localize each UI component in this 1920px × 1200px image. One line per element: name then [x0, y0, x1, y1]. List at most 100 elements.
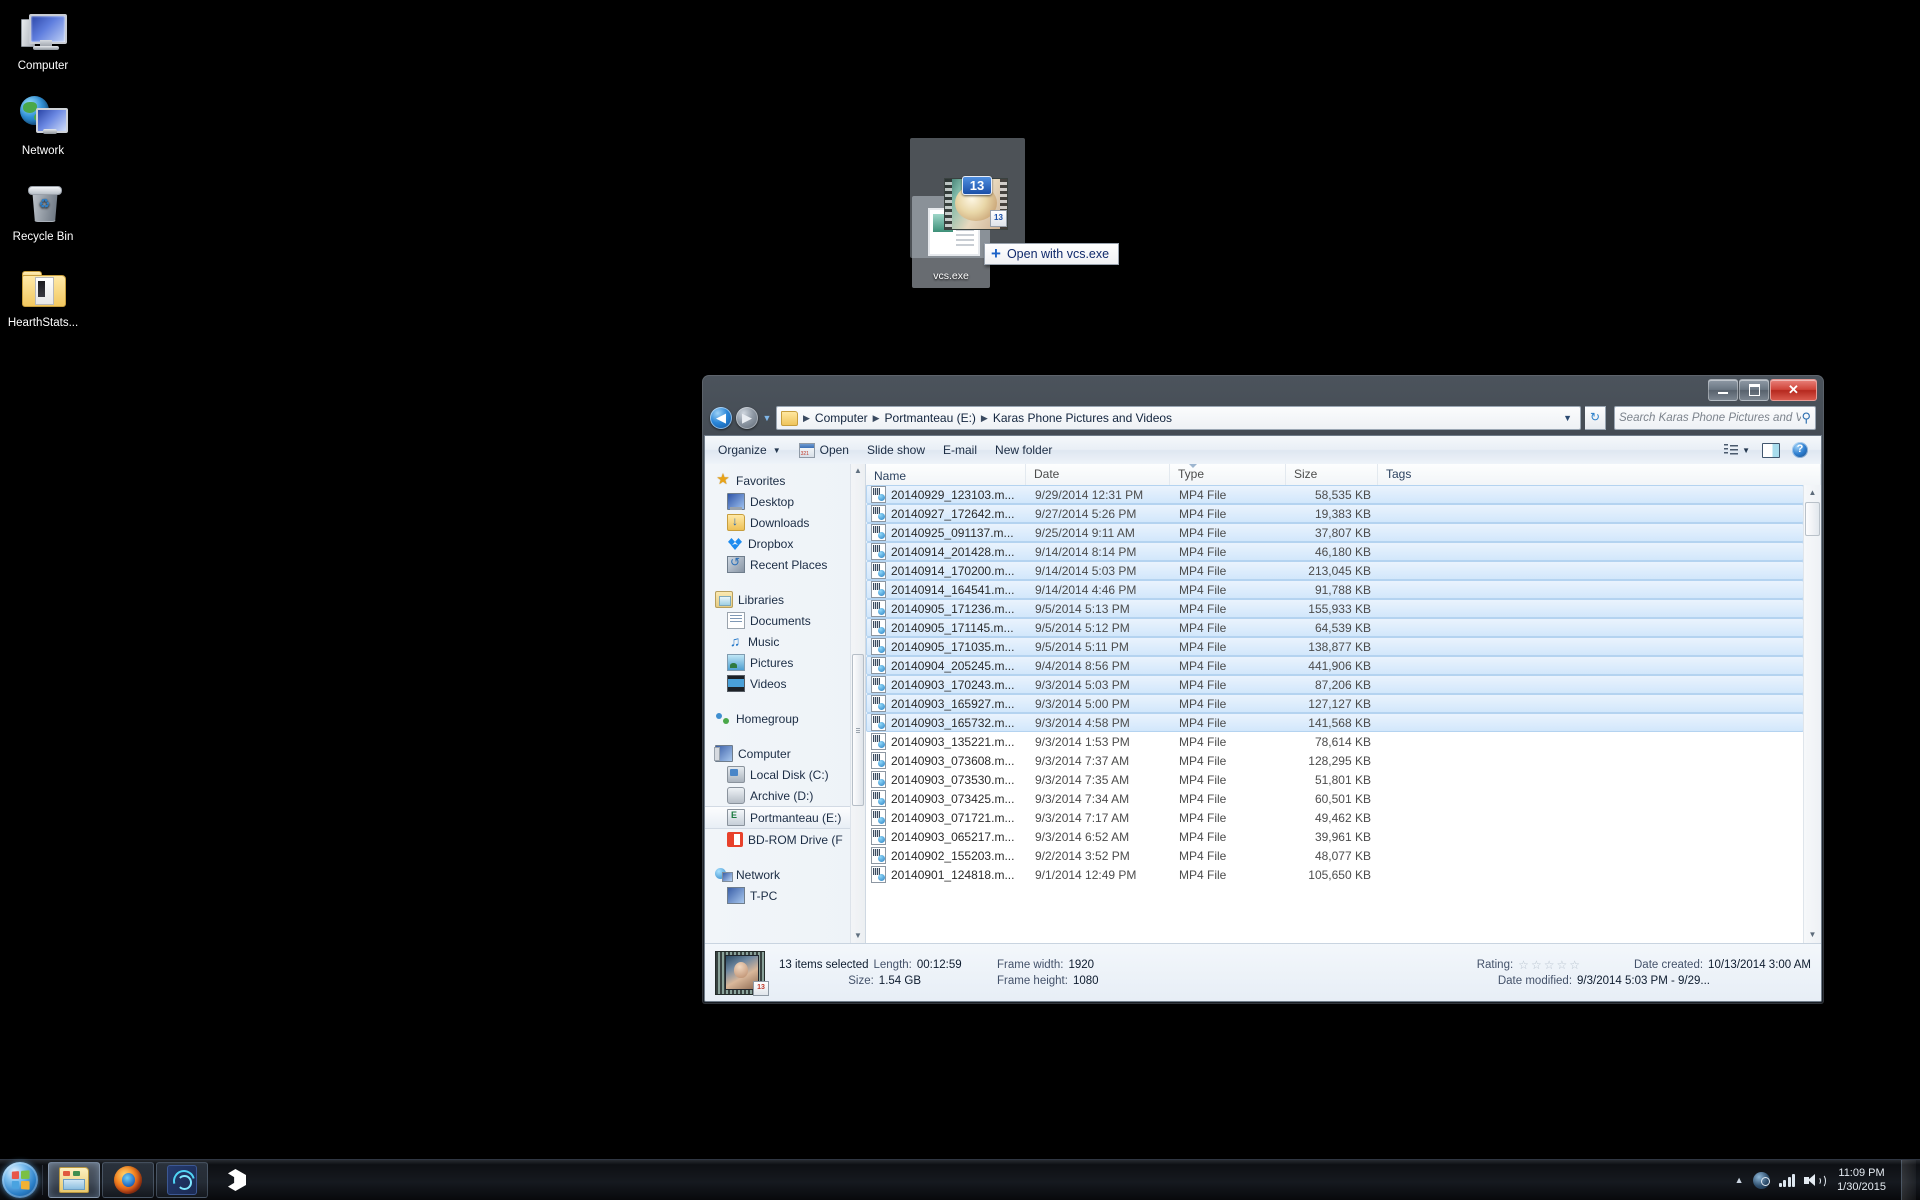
- sidebar-item-dropbox[interactable]: Dropbox: [705, 533, 865, 554]
- file-list-pane[interactable]: Name Date Type Size Tags 20140929_123103…: [866, 464, 1821, 943]
- preview-pane-button[interactable]: [1757, 440, 1785, 461]
- breadcrumb-computer[interactable]: Computer: [812, 411, 871, 425]
- table-row[interactable]: 20140903_135221.m... 9/3/2014 1:53 PM MP4 …: [866, 732, 1804, 751]
- sidebar-item-computer[interactable]: Computer: [705, 743, 865, 764]
- column-header-name[interactable]: Name: [866, 464, 1026, 485]
- sidebar-item-documents[interactable]: Documents: [705, 610, 865, 631]
- sidebar-item-local-disk-c[interactable]: Local Disk (C:): [705, 764, 865, 785]
- sidebar-item-recent-places[interactable]: Recent Places: [705, 554, 865, 575]
- desktop-icon-hearthstats[interactable]: HearthStats...: [0, 265, 86, 330]
- sidebar-item-portmanteau-e[interactable]: Portmanteau (E:): [705, 806, 865, 829]
- signal-icon[interactable]: [1778, 1173, 1796, 1187]
- table-row[interactable]: 20140927_172642.m... 9/27/2014 5:26 PM MP4…: [866, 504, 1804, 523]
- star-icon[interactable]: ☆: [1531, 959, 1542, 971]
- breadcrumb-current-folder[interactable]: Karas Phone Pictures and Videos: [990, 411, 1175, 425]
- table-row[interactable]: 20140905_171236.m... 9/5/2014 5:13 PM MP4 …: [866, 599, 1804, 618]
- scroll-up-arrow[interactable]: ▲: [851, 464, 865, 478]
- rating-stars[interactable]: ☆ ☆ ☆ ☆ ☆: [1518, 959, 1580, 971]
- table-row[interactable]: 20140903_165927.m... 9/3/2014 5:00 PM MP4 …: [866, 694, 1804, 713]
- steam-icon[interactable]: [1752, 1171, 1770, 1189]
- table-row[interactable]: 20140902_155203.m... 9/2/2014 3:52 PM MP4 …: [866, 846, 1804, 865]
- forward-button[interactable]: ▶: [736, 407, 758, 429]
- show-desktop-button[interactable]: [1901, 1160, 1916, 1200]
- sidebar-item-favorites[interactable]: ★ Favorites: [705, 470, 865, 491]
- sidebar-item-archive-d[interactable]: Archive (D:): [705, 785, 865, 806]
- table-row[interactable]: 20140929_123103.m... 9/29/2014 12:31 PM MP…: [866, 485, 1804, 504]
- chevron-down-icon[interactable]: ▼: [762, 413, 772, 423]
- table-row[interactable]: 20140905_171035.m... 9/5/2014 5:11 PM MP4 …: [866, 637, 1804, 656]
- table-row[interactable]: 20140903_071721.m... 9/3/2014 7:17 AM MP4 …: [866, 808, 1804, 827]
- minimize-button[interactable]: [1708, 379, 1738, 401]
- table-row[interactable]: 20140904_205245.m... 9/4/2014 8:56 PM MP4 …: [866, 656, 1804, 675]
- star-icon[interactable]: ☆: [1518, 959, 1529, 971]
- taskbar-item-unity[interactable]: [210, 1163, 260, 1197]
- breadcrumb-portmanteau[interactable]: Portmanteau (E:): [882, 411, 979, 425]
- sidebar-item-music[interactable]: ♫ Music: [705, 631, 865, 652]
- table-row[interactable]: 20140925_091137.m... 9/25/2014 9:11 AM MP4…: [866, 523, 1804, 542]
- refresh-button[interactable]: ↻: [1585, 406, 1606, 430]
- file-list-scrollbar[interactable]: ▲ ▼: [1803, 485, 1821, 943]
- change-view-button[interactable]: ▼: [1719, 441, 1755, 459]
- sidebar-item-network[interactable]: Network: [705, 864, 865, 885]
- star-icon[interactable]: ☆: [1544, 959, 1555, 971]
- sidebar-item-downloads[interactable]: Downloads: [705, 512, 865, 533]
- show-hidden-icons-icon[interactable]: ▲: [1735, 1175, 1744, 1185]
- organize-button[interactable]: Organize ▼: [709, 439, 790, 461]
- chevron-down-icon[interactable]: ▼: [1557, 413, 1578, 423]
- email-button[interactable]: E-mail: [934, 439, 986, 461]
- table-row[interactable]: 20140903_073608.m... 9/3/2014 7:37 AM MP4 …: [866, 751, 1804, 770]
- scrollbar-thumb[interactable]: [1805, 502, 1820, 536]
- desktop-icon-computer[interactable]: Computer: [0, 8, 86, 73]
- search-input[interactable]: Search Karas Phone Pictures and Vide... …: [1614, 406, 1816, 430]
- navigation-pane[interactable]: ★ Favorites Desktop Downloads: [705, 464, 866, 943]
- scroll-up-arrow[interactable]: ▲: [1804, 485, 1821, 501]
- table-row[interactable]: 20140903_065217.m... 9/3/2014 6:52 AM MP4 …: [866, 827, 1804, 846]
- table-row[interactable]: 20140901_124818.m... 9/1/2014 12:49 PM MP4…: [866, 865, 1804, 884]
- table-row[interactable]: 20140903_073425.m... 9/3/2014 7:34 AM MP4 …: [866, 789, 1804, 808]
- taskbar-item-blue-app[interactable]: [156, 1162, 208, 1198]
- taskbar-item-explorer[interactable]: [48, 1162, 100, 1198]
- volume-icon[interactable]: [1804, 1173, 1827, 1188]
- clock[interactable]: 11:09 PM 1/30/2015: [1831, 1166, 1892, 1194]
- desktop[interactable]: Computer Network ♻ Recycle Bin HearthSta…: [0, 0, 1920, 1200]
- column-header-date[interactable]: Date: [1026, 464, 1170, 485]
- taskbar[interactable]: ▲ 11:09 PM 1/30/2015: [0, 1159, 1920, 1200]
- table-row[interactable]: 20140903_165732.m... 9/3/2014 4:58 PM MP4 …: [866, 713, 1804, 732]
- table-row[interactable]: 20140914_164541.m... 9/14/2014 4:46 PM MP4…: [866, 580, 1804, 599]
- star-icon[interactable]: ☆: [1569, 959, 1580, 971]
- back-button[interactable]: ◀: [710, 407, 732, 429]
- explorer-window[interactable]: ✕ ◀ ▶ ▼ ▶ Computer ▶ Portmanteau (E:) ▶ …: [702, 375, 1824, 1004]
- sidebar-item-pictures[interactable]: Pictures: [705, 652, 865, 673]
- window-titlebar[interactable]: ✕: [703, 376, 1823, 404]
- navpane-scrollbar[interactable]: ▲ ▼: [850, 464, 865, 943]
- desktop-icon-recycle-bin[interactable]: ♻ Recycle Bin: [0, 179, 86, 244]
- sidebar-item-t-pc[interactable]: T-PC: [705, 885, 865, 906]
- sidebar-item-homegroup[interactable]: Homegroup: [705, 708, 865, 729]
- star-icon[interactable]: ☆: [1556, 959, 1567, 971]
- help-button[interactable]: ?: [1787, 439, 1813, 461]
- breadcrumb[interactable]: ▶ Computer ▶ Portmanteau (E:) ▶ Karas Ph…: [776, 406, 1581, 430]
- close-button[interactable]: ✕: [1770, 379, 1817, 401]
- sidebar-item-videos[interactable]: Videos: [705, 673, 865, 694]
- scroll-down-arrow[interactable]: ▼: [851, 929, 865, 943]
- scrollbar-thumb[interactable]: [852, 654, 864, 806]
- table-row[interactable]: 20140903_170243.m... 9/3/2014 5:03 PM MP4 …: [866, 675, 1804, 694]
- start-button[interactable]: [2, 1162, 38, 1198]
- column-header-size[interactable]: Size: [1286, 464, 1378, 485]
- open-button[interactable]: Open: [790, 439, 858, 462]
- table-row[interactable]: 20140914_170200.m... 9/14/2014 5:03 PM MP4…: [866, 561, 1804, 580]
- new-folder-button[interactable]: New folder: [986, 439, 1061, 461]
- scroll-down-arrow[interactable]: ▼: [1804, 927, 1821, 943]
- table-row[interactable]: 20140914_201428.m... 9/14/2014 8:14 PM MP4…: [866, 542, 1804, 561]
- taskbar-item-firefox[interactable]: [102, 1162, 154, 1198]
- table-row[interactable]: 20140903_073530.m... 9/3/2014 7:35 AM MP4 …: [866, 770, 1804, 789]
- slide-show-button[interactable]: Slide show: [858, 439, 934, 461]
- desktop-icon-network[interactable]: Network: [0, 93, 86, 158]
- file-rows[interactable]: 20140929_123103.m... 9/29/2014 12:31 PM MP…: [866, 485, 1804, 943]
- column-header-tags[interactable]: Tags: [1378, 464, 1821, 485]
- sidebar-item-desktop[interactable]: Desktop: [705, 491, 865, 512]
- maximize-button[interactable]: [1739, 379, 1769, 401]
- table-row[interactable]: 20140905_171145.m... 9/5/2014 5:12 PM MP4 …: [866, 618, 1804, 637]
- sidebar-item-libraries[interactable]: Libraries: [705, 589, 865, 610]
- sidebar-item-bd-rom-drive-f[interactable]: BD-ROM Drive (F: [705, 829, 865, 850]
